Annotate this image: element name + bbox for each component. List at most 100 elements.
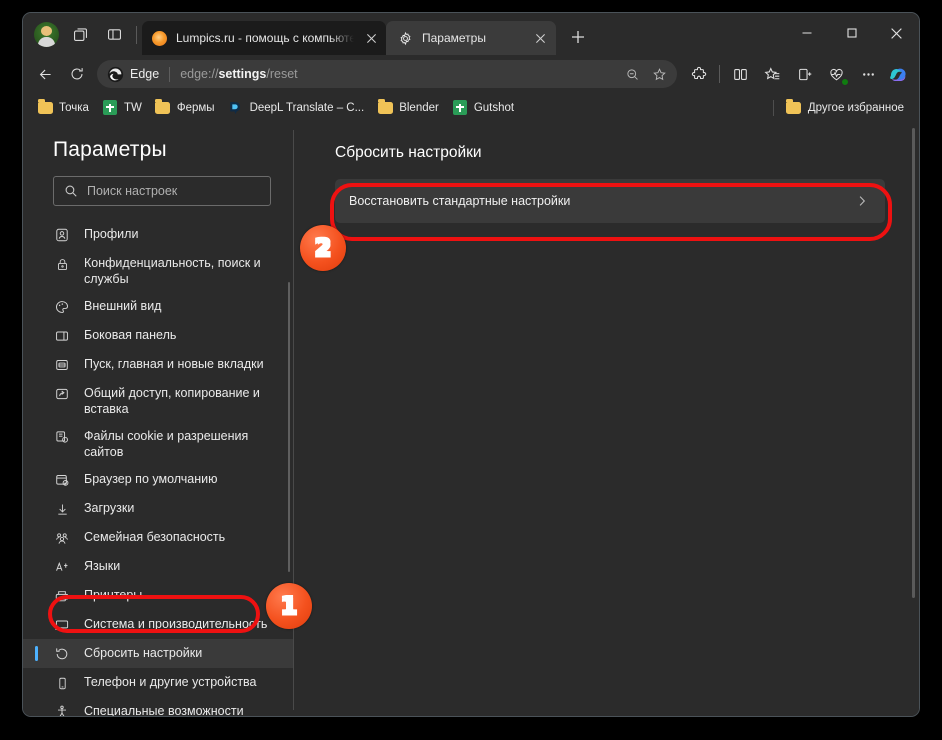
bookmark-item[interactable]: Точка bbox=[33, 97, 96, 119]
settings-content: Сбросить настройки Восстановить стандарт… bbox=[293, 122, 919, 716]
tab-title: Lumpics.ru - помощь с компьюте bbox=[176, 31, 354, 45]
sidebar-item-label: Система и производительность bbox=[84, 617, 268, 631]
reset-defaults-label: Восстановить стандартные настройки bbox=[349, 194, 571, 208]
bookmark-label: DeepL Translate – C... bbox=[249, 101, 365, 114]
browser-window: Lumpics.ru - помощь с компьюте Параметры bbox=[22, 12, 920, 717]
download-icon bbox=[53, 500, 71, 518]
sidebar-item-system[interactable]: Система и производительность bbox=[23, 610, 293, 639]
sidebar-item-cookies[interactable]: Файлы cookie и разрешения сайтов bbox=[23, 422, 293, 465]
close-icon[interactable] bbox=[360, 27, 382, 49]
tab-settings[interactable]: Параметры bbox=[386, 21, 556, 55]
sidebar-item-reset[interactable]: Сбросить настройки bbox=[23, 639, 293, 668]
sidebar-item-downloads[interactable]: Загрузки bbox=[23, 494, 293, 523]
toolbar-divider bbox=[719, 65, 720, 83]
extensions-icon[interactable] bbox=[683, 58, 715, 90]
bookmarks-bar: Точка TW Фермы DeepL Translate – C... Bl… bbox=[23, 93, 919, 122]
new-tab-button[interactable] bbox=[562, 21, 594, 53]
reset-icon bbox=[53, 645, 71, 663]
other-favorites-button[interactable]: Другое избранное bbox=[782, 97, 911, 119]
search-input[interactable] bbox=[87, 184, 260, 198]
bookmark-item[interactable]: Gutshot bbox=[448, 97, 521, 119]
browser-essentials-icon[interactable] bbox=[820, 58, 852, 90]
sidebar-item-languages[interactable]: Языки bbox=[23, 552, 293, 581]
maximize-icon[interactable] bbox=[829, 13, 874, 53]
other-favorites-group: Другое избранное bbox=[772, 97, 911, 119]
sidebar-item-family-safety[interactable]: Семейная безопасность bbox=[23, 523, 293, 552]
sidebar-item-label: Пуск, главная и новые вкладки bbox=[84, 357, 264, 371]
annotation-badge-2: 2 bbox=[300, 225, 346, 271]
reset-defaults-row[interactable]: Восстановить стандартные настройки bbox=[335, 179, 885, 223]
folder-icon bbox=[155, 99, 171, 116]
sidebar-item-label: Семейная безопасность bbox=[84, 530, 226, 544]
folder-icon bbox=[786, 99, 802, 116]
copilot-icon[interactable] bbox=[887, 62, 911, 86]
minimize-icon[interactable] bbox=[784, 13, 829, 53]
sidebar-item-share[interactable]: Общий доступ, копирование и вставка bbox=[23, 379, 293, 422]
annotation-badge-1: 1 bbox=[266, 583, 312, 629]
zoom-out-icon[interactable] bbox=[619, 61, 646, 87]
sidebar-item-start-home[interactable]: Пуск, главная и новые вкладки bbox=[23, 350, 293, 379]
settings-sidebar: Параметры Профили bbox=[23, 122, 293, 716]
palette-icon bbox=[53, 298, 71, 316]
sidebar-item-sidebar[interactable]: Боковая панель bbox=[23, 321, 293, 350]
sidebar-item-profiles[interactable]: Профили bbox=[23, 220, 293, 249]
sidebar-item-appearance[interactable]: Внешний вид bbox=[23, 292, 293, 321]
url-path: /reset bbox=[266, 67, 298, 81]
favorites-icon[interactable] bbox=[756, 58, 788, 90]
settings-nav-list: Профили Конфиденциальность, поиск и служ… bbox=[23, 220, 293, 716]
sidebar-item-label: Общий доступ, копирование и вставка bbox=[84, 386, 260, 416]
sidebar-item-printers[interactable]: Принтеры bbox=[23, 581, 293, 610]
bookmark-label: TW bbox=[123, 101, 142, 114]
split-pane-icon[interactable] bbox=[97, 15, 131, 53]
chevron-right-icon bbox=[855, 194, 869, 208]
close-icon[interactable] bbox=[874, 13, 919, 53]
close-icon[interactable] bbox=[530, 27, 552, 49]
address-bar[interactable]: Edge edge://settings/reset bbox=[97, 60, 677, 88]
url-host: settings bbox=[218, 67, 267, 81]
toolbar-divider bbox=[136, 26, 137, 44]
sheets-icon bbox=[102, 100, 118, 116]
accessibility-icon bbox=[53, 703, 71, 716]
sheets-icon bbox=[452, 100, 468, 116]
more-options-icon[interactable] bbox=[852, 58, 884, 90]
tab-lumpics[interactable]: Lumpics.ru - помощь с компьюте bbox=[142, 21, 386, 55]
sidebar-scrollbar[interactable] bbox=[288, 282, 290, 572]
tab-strip: Lumpics.ru - помощь с компьюте Параметры bbox=[23, 13, 919, 55]
bookmark-item[interactable]: DeepL Translate – C... bbox=[224, 97, 372, 119]
bookmark-item[interactable]: Фермы bbox=[151, 97, 222, 119]
folder-icon bbox=[377, 99, 393, 116]
sidebar-item-accessibility[interactable]: Специальные возможности bbox=[23, 697, 293, 716]
bookmark-item[interactable]: Blender bbox=[373, 97, 446, 119]
edge-logo-icon bbox=[107, 66, 124, 83]
sidebar-item-label: Языки bbox=[84, 559, 121, 573]
sidebar-item-default-browser[interactable]: Браузер по умолчанию bbox=[23, 465, 293, 494]
orange-favicon bbox=[151, 30, 167, 46]
tab-overview-icon[interactable] bbox=[63, 15, 97, 53]
content-scrollbar[interactable] bbox=[912, 128, 915, 598]
gear-icon bbox=[397, 30, 413, 46]
split-screen-icon[interactable] bbox=[724, 58, 756, 90]
bookmark-label: Gutshot bbox=[473, 101, 515, 114]
window-controls bbox=[784, 13, 919, 53]
sidebar-item-phone-devices[interactable]: Телефон и другие устройства bbox=[23, 668, 293, 697]
phone-icon bbox=[53, 674, 71, 692]
family-icon bbox=[53, 529, 71, 547]
default-browser-icon bbox=[53, 471, 71, 489]
url-text[interactable]: edge://settings/reset bbox=[180, 67, 619, 81]
search-icon bbox=[64, 184, 78, 198]
deepl-icon bbox=[228, 100, 244, 116]
omnibox-actions bbox=[619, 61, 673, 87]
search-settings-box[interactable] bbox=[53, 176, 271, 206]
sidebar-item-label: Боковая панель bbox=[84, 328, 177, 342]
collections-icon[interactable] bbox=[788, 58, 820, 90]
sidebar-item-privacy[interactable]: Конфиденциальность, поиск и службы bbox=[23, 249, 293, 292]
avatar[interactable] bbox=[29, 15, 63, 53]
url-prefix: edge:// bbox=[180, 67, 219, 81]
bookmark-item[interactable]: TW bbox=[98, 97, 149, 119]
bookmarks-divider bbox=[772, 99, 774, 116]
star-icon[interactable] bbox=[646, 61, 673, 87]
refresh-icon[interactable] bbox=[61, 58, 93, 90]
omnibox-divider bbox=[169, 66, 171, 82]
back-arrow-icon[interactable] bbox=[29, 58, 61, 90]
bookmark-label: Фермы bbox=[176, 101, 215, 114]
